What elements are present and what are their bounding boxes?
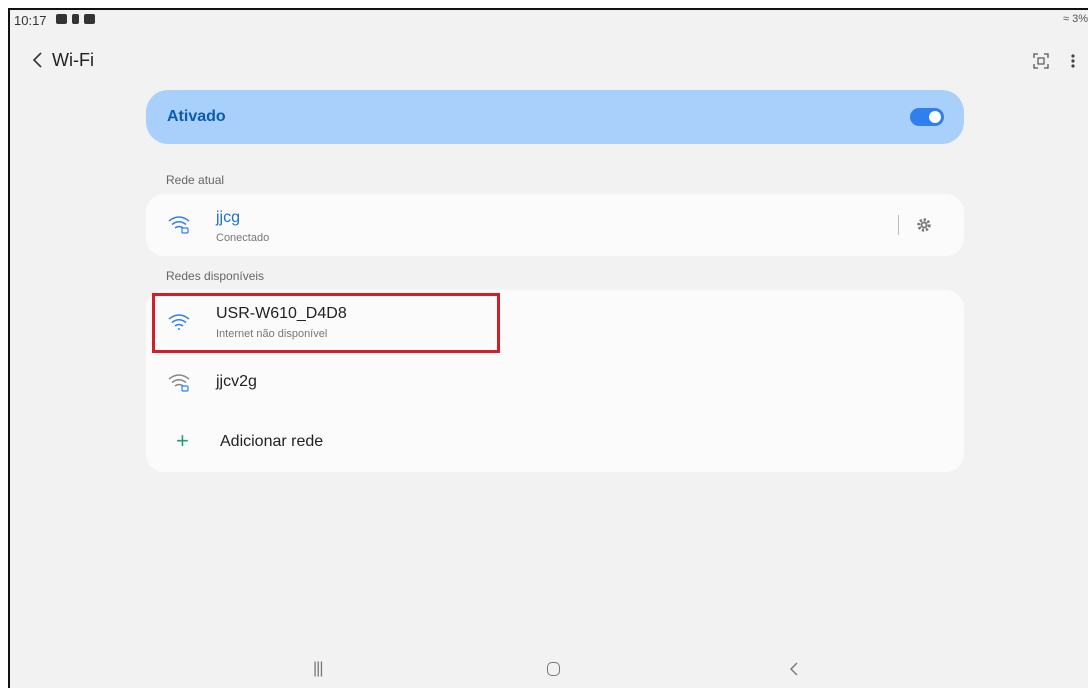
- section-available-networks: Redes disponíveis: [166, 269, 265, 283]
- plus-icon: +: [176, 428, 189, 453]
- status-time: 10:17: [14, 13, 47, 28]
- wifi-lock-icon: [168, 374, 190, 392]
- wifi-toggle-card[interactable]: Ativado: [146, 90, 964, 144]
- more-options-button[interactable]: [1068, 52, 1078, 70]
- image-notification-icon: [56, 14, 67, 24]
- person-notification-icon: [72, 14, 79, 24]
- wifi-toggle-switch[interactable]: [910, 108, 944, 126]
- add-network-row[interactable]: + Adicionar rede: [146, 412, 964, 472]
- gear-icon[interactable]: [916, 217, 932, 233]
- current-network-status: Conectado: [216, 232, 270, 244]
- status-battery: ≈ 3%: [1063, 13, 1088, 25]
- qr-scan-button[interactable]: [1032, 52, 1050, 70]
- current-network-row[interactable]: jjcg Conectado: [146, 194, 964, 256]
- qr-scan-icon: [1033, 53, 1049, 69]
- wifi-lock-icon: [168, 216, 190, 234]
- status-bar: 10:17 ≈ 3%: [10, 10, 1088, 32]
- page-title: Wi-Fi: [52, 50, 94, 70]
- divider: [898, 215, 899, 235]
- section-current-network: Rede atual: [166, 173, 225, 187]
- back-arrow-icon: [32, 52, 42, 68]
- top-app-bar: Wi-Fi: [10, 44, 1088, 78]
- notification-icons: [56, 14, 95, 24]
- more-vert-icon: [1071, 54, 1075, 68]
- current-network-name: jjcg: [216, 209, 241, 226]
- network-row-jjcv2g[interactable]: jjcv2g: [146, 352, 964, 412]
- home-button[interactable]: [547, 662, 560, 676]
- back-button[interactable]: [26, 46, 50, 74]
- toggle-knob: [929, 111, 941, 123]
- network-name: jjcv2g: [216, 373, 257, 390]
- highlight-box: [152, 293, 500, 353]
- navigation-bar: |||: [10, 652, 1088, 688]
- add-network-label: Adicionar rede: [220, 433, 324, 450]
- video-notification-icon: [84, 14, 95, 24]
- wifi-toggle-label: Ativado: [167, 108, 226, 125]
- nav-back-button[interactable]: [787, 659, 801, 679]
- screen: 10:17 ≈ 3% Wi-Fi Ativado Rede atual jjcg…: [8, 8, 1088, 688]
- recents-button[interactable]: |||: [313, 660, 324, 678]
- current-network-card: jjcg Conectado: [146, 194, 964, 256]
